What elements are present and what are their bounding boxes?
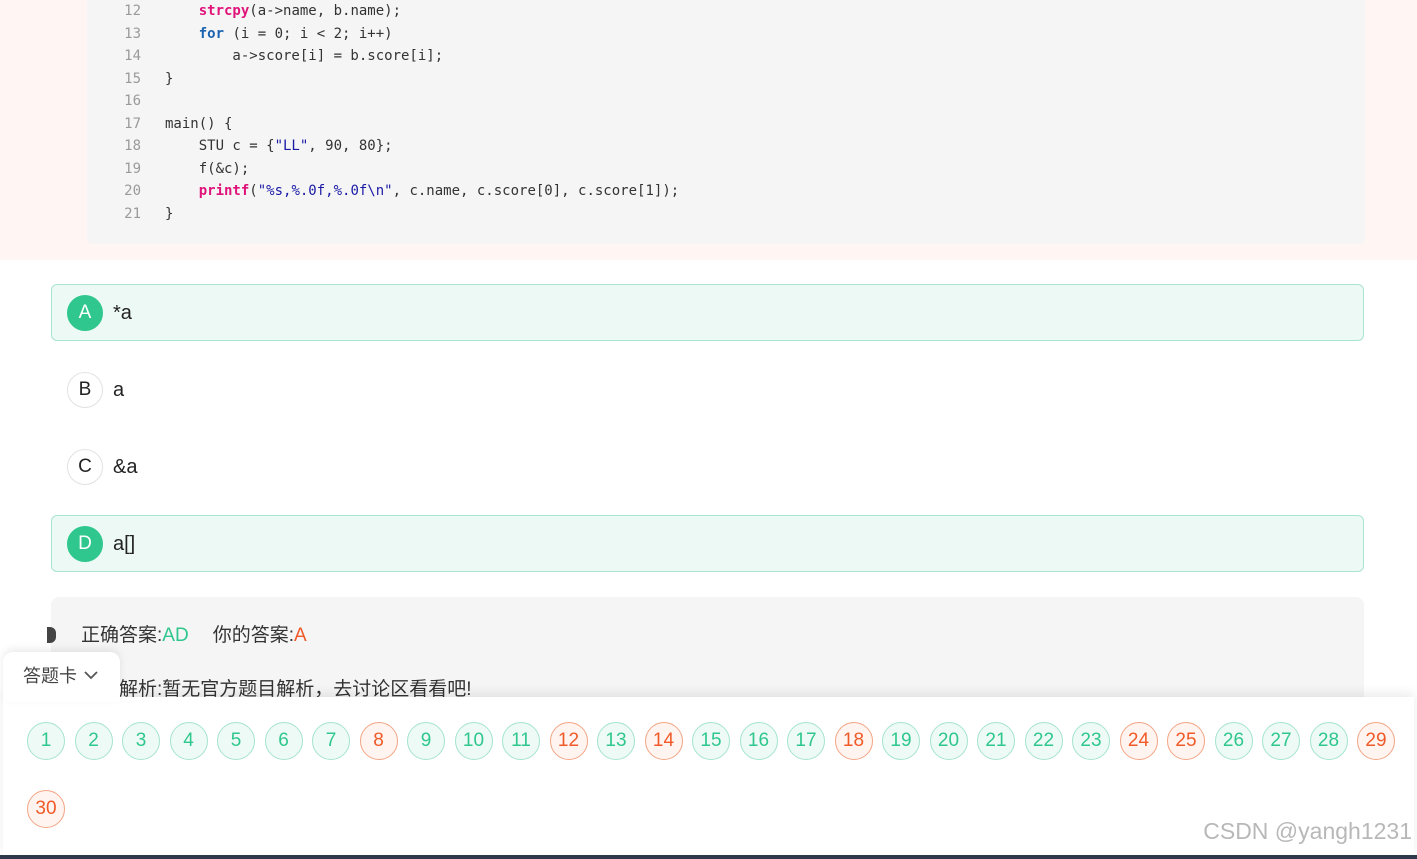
- question-number-button[interactable]: 4: [169, 722, 208, 760]
- option-d[interactable]: Da[]: [51, 515, 1364, 572]
- question-number-button[interactable]: 23: [1072, 722, 1110, 760]
- question-number-button[interactable]: 13: [597, 722, 635, 760]
- code-text: for (i = 0; i < 2; i++): [198, 25, 393, 42]
- answer-marker: [47, 627, 56, 643]
- question-number-button[interactable]: 18: [834, 722, 873, 760]
- question-number-button[interactable]: 22: [1024, 722, 1063, 760]
- question-number-button[interactable]: 1: [27, 722, 65, 760]
- code-line: 18 STU c = {"LL", 90, 80};: [87, 135, 1357, 158]
- line-number: 17: [124, 115, 141, 132]
- question-number-button[interactable]: 19: [882, 722, 920, 760]
- question-number-button[interactable]: 15: [692, 722, 730, 760]
- code-line: 17 main() {: [87, 113, 1357, 136]
- question-number-button[interactable]: 25: [1167, 722, 1205, 760]
- line-number: 20: [124, 183, 141, 199]
- option-text: a[]: [113, 533, 136, 555]
- question-number-button[interactable]: 6: [264, 722, 303, 760]
- option-a[interactable]: A *a: [51, 284, 1364, 341]
- code-text: strcpy(a->name, b.name);: [198, 3, 402, 19]
- question-number-button[interactable]: 24: [1119, 722, 1158, 760]
- bottom-bar: [0, 855, 1417, 859]
- your-answer-value: A: [293, 625, 307, 646]
- question-number-button[interactable]: 12: [549, 722, 588, 760]
- option-text: &a: [113, 456, 138, 478]
- option-b[interactable]: Ba: [51, 361, 1364, 418]
- option-letter-badge: A: [67, 295, 103, 331]
- question-area: 12 strcpy(a->name, b.name); 13 for (i = 0…: [0, 0, 1417, 260]
- option-text: a: [113, 379, 125, 401]
- line-number: 13: [124, 25, 141, 42]
- question-number-button[interactable]: 16: [739, 722, 778, 760]
- code-line: 13 for (i = 0; i < 2; i++): [87, 23, 1357, 46]
- question-number-button[interactable]: 11: [502, 722, 540, 760]
- code-line: 15}: [87, 68, 1357, 91]
- code-line: 12 strcpy(a->name, b.name);: [87, 0, 1357, 23]
- code-text: }: [165, 70, 174, 87]
- option-text: *a: [113, 302, 132, 324]
- code-text: main() {: [165, 115, 233, 132]
- watermark: CSDN @yangh1231: [1203, 818, 1412, 844]
- code-block: 12 strcpy(a->name, b.name); 13 for (i = 0…: [87, 0, 1365, 244]
- code-text: a->score[i] = b.score[i];: [165, 48, 444, 64]
- chevron-down-icon: [83, 668, 99, 686]
- code-line: 20 printf("%s,%.0f,%.0f\n", c.name, c.sc…: [87, 180, 1357, 203]
- question-number-button[interactable]: 8: [359, 722, 398, 760]
- code-line: 14 a->score[i] = b.score[i];: [87, 45, 1357, 68]
- code-text: f(&c);: [165, 160, 250, 177]
- line-number: 16: [124, 93, 141, 109]
- code-line: 19 f(&c);: [87, 158, 1357, 181]
- question-number-button[interactable]: 20: [929, 722, 968, 760]
- code-line: 21}: [87, 203, 1357, 226]
- line-number: 21: [124, 205, 141, 222]
- correct-answer-label: 正确答案:: [81, 625, 163, 646]
- question-number-button[interactable]: 10: [454, 722, 493, 760]
- line-number: 19: [124, 160, 141, 177]
- code-line: 16: [87, 90, 1357, 113]
- question-number-button[interactable]: 2: [74, 722, 113, 760]
- question-number-button[interactable]: 5: [217, 722, 255, 760]
- question-number-button[interactable]: 17: [787, 722, 825, 760]
- question-number-button[interactable]: 29: [1357, 722, 1395, 760]
- option-c[interactable]: C &a: [51, 438, 1364, 495]
- line-number: 12: [124, 3, 141, 19]
- line-number: 18: [124, 138, 141, 154]
- line-number: 15: [124, 70, 141, 87]
- your-answer-label: 你的答案:: [212, 625, 294, 646]
- question-number-button[interactable]: 9: [407, 722, 445, 760]
- answer-card-toggle[interactable]: 答题卡: [3, 652, 120, 702]
- question-number-button[interactable]: 30: [27, 790, 65, 828]
- code-text: }: [165, 205, 174, 222]
- question-number-button[interactable]: 26: [1214, 722, 1253, 760]
- answer-row: 正确答案:AD 你的答案:A: [81, 623, 307, 649]
- question-number-button[interactable]: 14: [644, 722, 683, 760]
- question-number-button[interactable]: 21: [977, 722, 1015, 760]
- option-letter-badge: D: [67, 526, 103, 562]
- code-text: STU c = {"LL", 90, 80};: [165, 138, 393, 154]
- answer-card-label: 答题卡: [23, 666, 77, 686]
- option-letter-badge: B: [67, 372, 103, 408]
- question-number-button[interactable]: 3: [122, 722, 160, 760]
- question-number-button[interactable]: 28: [1309, 722, 1348, 760]
- question-number-button[interactable]: 27: [1262, 722, 1300, 760]
- line-number: 14: [124, 48, 141, 64]
- correct-answer-value: AD: [162, 625, 189, 646]
- option-letter-badge: C: [67, 449, 103, 485]
- question-number-button[interactable]: 7: [312, 722, 350, 760]
- code-text: printf("%s,%.0f,%.0f\n", c.name, c.score…: [198, 183, 680, 199]
